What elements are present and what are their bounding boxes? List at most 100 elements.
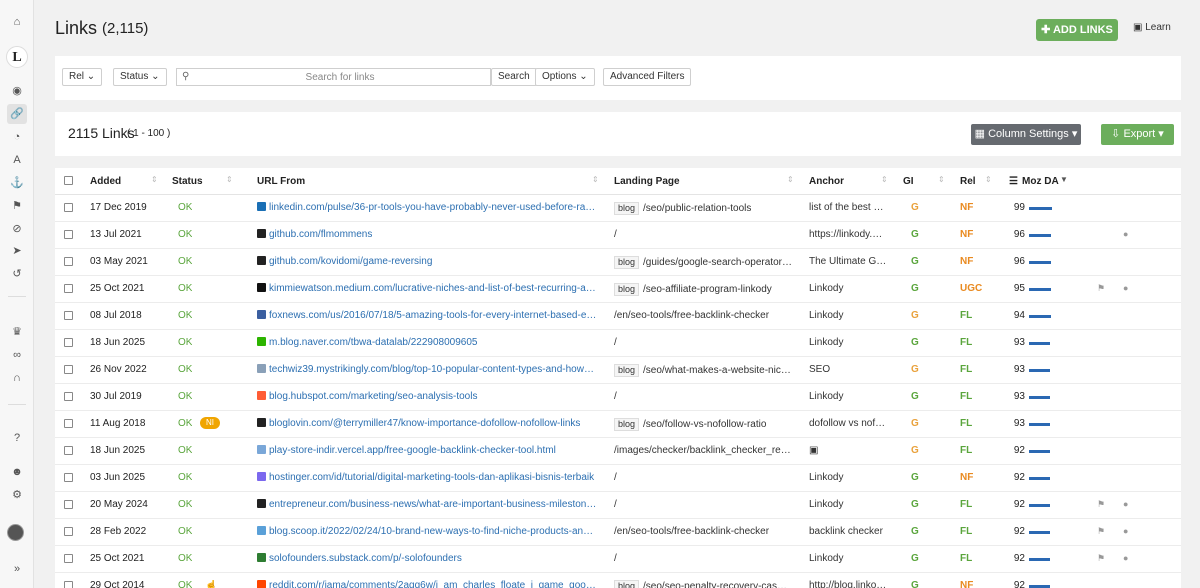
- history-icon[interactable]: ↺: [10, 267, 24, 281]
- row-checkbox[interactable]: [64, 203, 73, 212]
- table-row[interactable]: 20 May 2024 OK entrepreneur.com/business-n…: [55, 492, 1181, 519]
- pie-chart-icon[interactable]: ◔: [10, 130, 24, 144]
- landing-page[interactable]: /en/seo-tools/free-backlink-checker: [614, 310, 792, 321]
- table-row[interactable]: 29 Oct 2014 OK ☝ reddit.com/r/iama/comments…: [55, 573, 1181, 588]
- col-status[interactable]: Status: [172, 176, 203, 187]
- sort-icon[interactable]: ⇕: [592, 175, 599, 184]
- landing-page[interactable]: /: [614, 337, 792, 348]
- avatar[interactable]: [7, 524, 24, 541]
- link-icon[interactable]: 🔗: [7, 104, 27, 124]
- row-checkbox[interactable]: [64, 392, 73, 401]
- learn-button[interactable]: ▣ Learn: [1133, 22, 1171, 33]
- landing-page[interactable]: blog/guides/google-search-operators-c…: [614, 256, 792, 269]
- landing-page[interactable]: /: [614, 391, 792, 402]
- row-checkbox[interactable]: [64, 419, 73, 428]
- rel-filter-dropdown[interactable]: Rel ⌄: [62, 68, 103, 86]
- table-row[interactable]: 17 Dec 2019 OK linkedin.com/pulse/36-pr-to…: [55, 195, 1181, 222]
- table-row[interactable]: 03 Jun 2025 OK hostinger.com/id/tutorial/d…: [55, 465, 1181, 492]
- users-icon[interactable]: ☻: [10, 465, 24, 479]
- url-from-link[interactable]: github.com/flmommens: [257, 229, 597, 240]
- table-row[interactable]: 18 Jun 2025 OK m.blog.naver.com/tbwa-datal…: [55, 330, 1181, 357]
- table-row[interactable]: 28 Feb 2022 OK blog.scoop.it/2022/02/24/10…: [55, 519, 1181, 546]
- landing-page[interactable]: /images/checker/backlink_checker_result…: [614, 445, 792, 456]
- export-button[interactable]: ⇩ Export ▾: [1101, 124, 1174, 145]
- landing-page[interactable]: /: [614, 553, 792, 564]
- user-icon[interactable]: ●: [1123, 229, 1128, 239]
- user-icon[interactable]: ●: [1123, 283, 1128, 293]
- landing-page[interactable]: blog/seo/seo-penalty-recovery-case-st…: [614, 580, 792, 588]
- url-from-link[interactable]: linkedin.com/pulse/36-pr-tools-you-have-…: [257, 202, 597, 213]
- tag-icon[interactable]: ⚑: [1097, 499, 1105, 510]
- landing-page[interactable]: /en/seo-tools/free-backlink-checker: [614, 526, 792, 537]
- url-from-link[interactable]: bloglovin.com/@terrymiller47/know-import…: [257, 418, 597, 429]
- user-icon[interactable]: ●: [1123, 553, 1128, 563]
- options-dropdown[interactable]: Options ⌄: [535, 68, 595, 86]
- landing-page[interactable]: /: [614, 229, 792, 240]
- sort-icon[interactable]: ⇕: [881, 175, 888, 184]
- col-url-from[interactable]: URL From: [257, 176, 305, 187]
- table-row[interactable]: 26 Nov 2022 OK techwiz39.mystrikingly.com/…: [55, 357, 1181, 384]
- url-from-link[interactable]: blog.hubspot.com/marketing/seo-analysis-…: [257, 391, 597, 402]
- row-checkbox[interactable]: [64, 338, 73, 347]
- url-from-link[interactable]: techwiz39.mystrikingly.com/blog/top-10-p…: [257, 364, 597, 375]
- col-rel[interactable]: Rel: [960, 176, 976, 187]
- table-row[interactable]: 25 Oct 2021 OK kimmiewatson.medium.com/luc…: [55, 276, 1181, 303]
- landing-page[interactable]: blog/seo/follow-vs-nofollow-ratio: [614, 418, 792, 431]
- expand-icon[interactable]: »: [10, 562, 24, 576]
- user-icon[interactable]: ●: [1123, 499, 1128, 509]
- ban-icon[interactable]: ⊘: [10, 222, 24, 236]
- user-icon[interactable]: ●: [1123, 526, 1128, 536]
- tag-icon[interactable]: ⚑: [1097, 283, 1105, 294]
- url-from-link[interactable]: github.com/kovidomi/game-reversing: [257, 256, 597, 267]
- status-filter-dropdown[interactable]: Status ⌄: [113, 68, 167, 86]
- col-anchor[interactable]: Anchor: [809, 176, 844, 187]
- search-input[interactable]: [195, 69, 485, 85]
- linkody-logo[interactable]: L: [6, 46, 28, 68]
- add-links-button[interactable]: ✚ ADD LINKS: [1036, 19, 1118, 41]
- row-checkbox[interactable]: [64, 554, 73, 563]
- table-row[interactable]: 11 Aug 2018 OK NI bloglovin.com/@terrymille…: [55, 411, 1181, 438]
- row-checkbox[interactable]: [64, 257, 73, 266]
- url-from-link[interactable]: foxnews.com/us/2016/07/18/5-amazing-tool…: [257, 310, 597, 321]
- sort-icon[interactable]: ⇕: [226, 175, 233, 184]
- tag-icon[interactable]: ⚑: [1097, 553, 1105, 564]
- sort-icon[interactable]: ⇕: [787, 175, 794, 184]
- url-from-link[interactable]: entrepreneur.com/business-news/what-are-…: [257, 499, 597, 510]
- table-row[interactable]: 30 Jul 2019 OK blog.hubspot.com/marketing/…: [55, 384, 1181, 411]
- row-checkbox[interactable]: [64, 581, 73, 588]
- row-checkbox[interactable]: [64, 473, 73, 482]
- sort-icon[interactable]: ⇕: [938, 175, 945, 184]
- url-from-link[interactable]: reddit.com/r/iama/comments/2aqq6w/i_am_c…: [257, 580, 597, 588]
- url-from-link[interactable]: solofounders.substack.com/p/-solofounder…: [257, 553, 597, 564]
- col-moz-da[interactable]: Moz DA: [1022, 176, 1059, 187]
- url-from-link[interactable]: hostinger.com/id/tutorial/digital-market…: [257, 472, 597, 483]
- table-row[interactable]: 08 Jul 2018 OK foxnews.com/us/2016/07/18/5…: [55, 303, 1181, 330]
- tag-icon[interactable]: ⚑: [1097, 526, 1105, 537]
- search-button[interactable]: Search: [491, 68, 537, 86]
- table-row[interactable]: 13 Jul 2021 OK github.com/flmommens / https:…: [55, 222, 1181, 249]
- sort-icon[interactable]: ⇕: [985, 175, 992, 184]
- col-added[interactable]: Added: [90, 176, 121, 187]
- row-checkbox[interactable]: [64, 500, 73, 509]
- landing-page[interactable]: blog/seo-affiliate-program-linkody: [614, 283, 792, 296]
- row-checkbox[interactable]: [64, 284, 73, 293]
- sort-icon[interactable]: ⇕: [151, 175, 158, 184]
- trophy-icon[interactable]: ♛: [10, 325, 24, 339]
- table-row[interactable]: 03 May 2021 OK github.com/kovidomi/game-re…: [55, 249, 1181, 276]
- magnet-icon[interactable]: ∩: [10, 371, 24, 385]
- row-checkbox[interactable]: [64, 446, 73, 455]
- chain-icon[interactable]: ∞: [10, 348, 24, 362]
- anchor-icon[interactable]: ⚓: [10, 176, 24, 190]
- settings-icon[interactable]: ⚙: [10, 488, 24, 502]
- tags-icon[interactable]: ⚑: [10, 199, 24, 213]
- row-checkbox[interactable]: [64, 527, 73, 536]
- url-from-link[interactable]: blog.scoop.it/2022/02/24/10-brand-new-wa…: [257, 526, 597, 537]
- home-icon[interactable]: ⌂: [10, 15, 24, 29]
- col-gi[interactable]: GI: [903, 176, 914, 187]
- row-checkbox[interactable]: [64, 230, 73, 239]
- help-icon[interactable]: ?: [10, 431, 24, 445]
- table-row[interactable]: 25 Oct 2021 OK solofounders.substack.com/p…: [55, 546, 1181, 573]
- select-all-checkbox[interactable]: [64, 176, 73, 185]
- column-settings-button[interactable]: ▦ Column Settings ▾: [971, 124, 1081, 145]
- col-landing-page[interactable]: Landing Page: [614, 176, 680, 187]
